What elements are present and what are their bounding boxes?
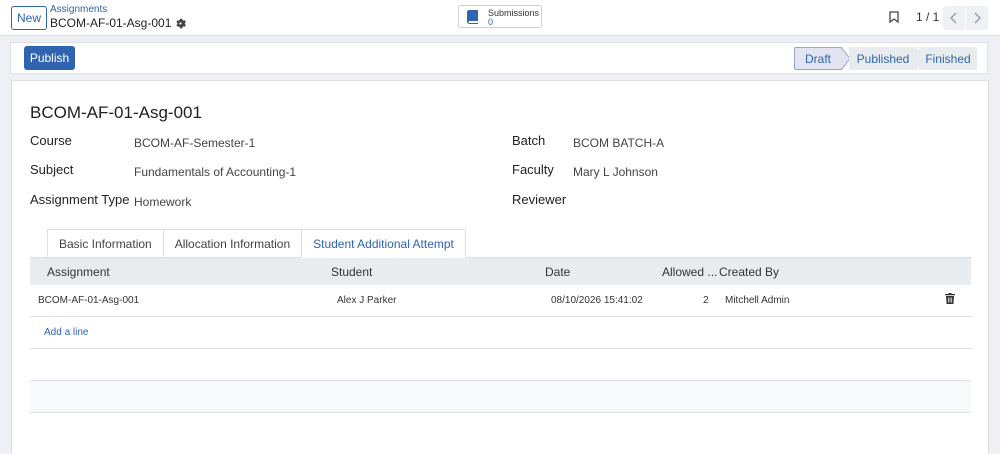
course-label: Course (30, 133, 72, 148)
cell-allowed: 2 (703, 295, 709, 306)
smart-button-label: Submissions (488, 8, 540, 18)
pager-previous-button[interactable] (943, 6, 965, 30)
reviewer-label: Reviewer (512, 192, 567, 207)
breadcrumb-current-label: BCOM-AF-01-Asg-001 (50, 16, 172, 30)
cell-created-by: Mitchell Admin (725, 295, 790, 306)
attempts-table: Assignment Student Date Allowed ... Crea… (30, 257, 971, 413)
chevron-left-icon (950, 12, 957, 24)
faculty-label: Faculty (512, 162, 554, 177)
control-panel: New Assignments BCOM-AF-01-Asg-001 Submi… (0, 0, 1000, 36)
column-header-date[interactable]: Date (545, 265, 570, 279)
gear-icon[interactable] (175, 18, 187, 29)
assignment-type-field[interactable]: Homework (134, 195, 191, 209)
new-button[interactable]: New (11, 6, 47, 30)
cell-date: 08/10/2026 15:41:02 (551, 295, 643, 306)
stage-draft[interactable]: Draft (794, 47, 842, 70)
course-field[interactable]: BCOM-AF-Semester-1 (134, 136, 255, 150)
empty-row (30, 381, 971, 413)
reviewer-field[interactable] (573, 195, 773, 211)
trash-icon[interactable] (945, 293, 955, 304)
statusbar: Publish Draft Published Finished (10, 42, 988, 74)
add-line-link[interactable]: Add a line (44, 327, 88, 338)
column-header-student[interactable]: Student (331, 265, 372, 279)
book-icon (466, 10, 478, 24)
add-line-row: Add a line (30, 317, 971, 349)
cell-student: Alex J Parker (337, 295, 397, 306)
tab-basic-information[interactable]: Basic Information (47, 229, 164, 258)
breadcrumb-current: BCOM-AF-01-Asg-001 (50, 16, 187, 30)
record-title: BCOM-AF-01-Asg-001 (30, 103, 202, 122)
batch-field[interactable]: BCOM BATCH-A (573, 136, 664, 150)
breadcrumb-parent-link[interactable]: Assignments (50, 4, 107, 15)
cell-assignment: BCOM-AF-01-Asg-001 (38, 295, 140, 306)
submissions-smart-button[interactable]: Submissions 0 (458, 5, 542, 28)
tab-allocation-information[interactable]: Allocation Information (162, 229, 303, 258)
chevron-right-icon (974, 12, 981, 24)
faculty-field[interactable]: Mary L Johnson (573, 165, 658, 179)
form-sheet: BCOM-AF-01-Asg-001 Course BCOM-AF-Semest… (11, 80, 989, 454)
column-header-allowed[interactable]: Allowed ... (662, 265, 717, 279)
subject-field[interactable]: Fundamentals of Accounting-1 (134, 165, 296, 179)
pager-next-button[interactable] (966, 6, 988, 30)
table-row[interactable]: BCOM-AF-01-Asg-001 Alex J Parker 08/10/2… (30, 285, 971, 317)
column-header-created-by[interactable]: Created By (719, 265, 779, 279)
assignment-type-label: Assignment Type (30, 192, 130, 207)
subject-label: Subject (30, 162, 74, 177)
stage-published[interactable]: Published (849, 47, 917, 70)
publish-button[interactable]: Publish (24, 46, 75, 70)
table-header: Assignment Student Date Allowed ... Crea… (30, 257, 971, 285)
smart-button-count: 0 (488, 17, 494, 27)
bookmark-icon[interactable] (889, 11, 899, 23)
stage-finished[interactable]: Finished (919, 47, 977, 70)
pager-value[interactable]: 1 / 1 (916, 10, 939, 24)
tab-student-additional-attempt[interactable]: Student Additional Attempt (301, 229, 466, 258)
notebook-tabs: Basic Information Allocation Information… (47, 229, 466, 258)
empty-row (30, 349, 971, 381)
column-header-assignment[interactable]: Assignment (47, 265, 110, 279)
batch-label: Batch (512, 133, 546, 148)
